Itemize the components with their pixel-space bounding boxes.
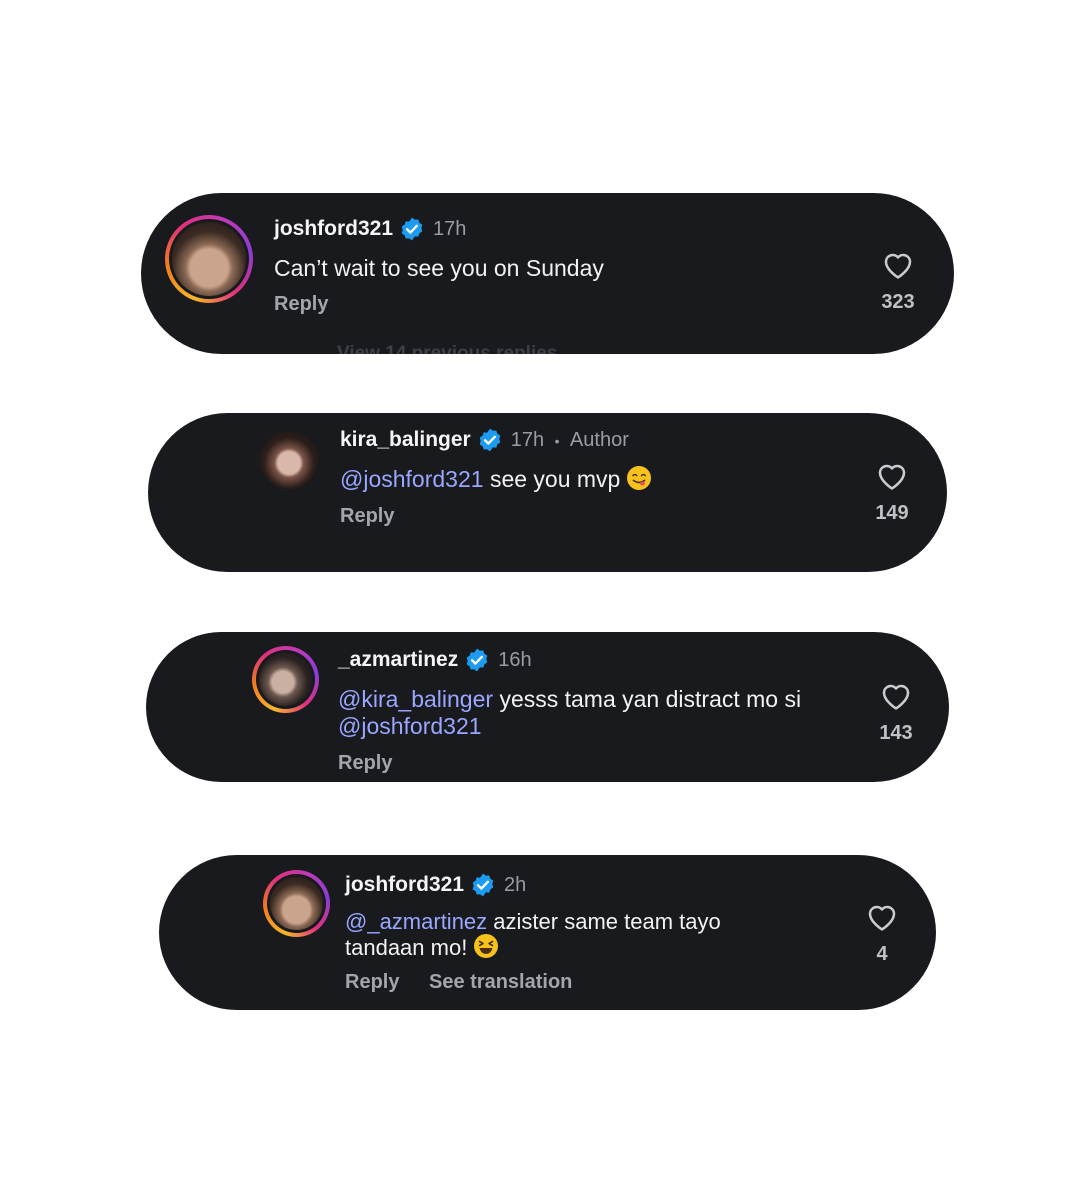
username[interactable]: kira_balinger xyxy=(340,428,471,451)
username[interactable]: joshford321 xyxy=(345,873,464,896)
verified-badge-icon xyxy=(466,648,488,672)
reply-button[interactable]: Reply xyxy=(340,505,394,528)
avatar-image xyxy=(270,877,323,930)
heart-icon[interactable] xyxy=(881,248,915,280)
verified-badge-icon xyxy=(479,428,501,452)
like-count: 4 xyxy=(876,943,888,965)
avatar-image xyxy=(259,653,312,706)
comment-card-1: joshford321 17h Can’t wait to see you on … xyxy=(141,193,954,354)
username[interactable]: joshford321 xyxy=(274,217,393,240)
like-count: 323 xyxy=(881,291,915,313)
comment-text: yesss tama yan distract mo si xyxy=(499,686,802,712)
avatar[interactable] xyxy=(263,870,330,937)
timestamp: 17h xyxy=(510,429,545,451)
separator-dot: • xyxy=(554,433,560,449)
reply-button[interactable]: Reply xyxy=(345,971,399,994)
comment-card-3: _azmartinez 16h @kira_balinger yesss tama… xyxy=(146,632,949,782)
avatar[interactable] xyxy=(252,646,319,713)
timestamp: 2h xyxy=(504,874,527,896)
avatar-image xyxy=(172,222,246,296)
comment-card-2: kira_balinger 17h • Author @joshford321 s… xyxy=(148,413,947,572)
mention-link[interactable]: @kira_balinger xyxy=(338,686,493,712)
emoji-face-icon xyxy=(474,934,499,959)
view-previous-replies[interactable]: View 14 previous replies xyxy=(337,343,557,354)
avatar[interactable] xyxy=(165,215,253,303)
like-count: 149 xyxy=(875,502,909,524)
mention-link[interactable]: @_azmartinez xyxy=(345,909,487,934)
reply-button[interactable]: Reply xyxy=(338,752,392,775)
heart-icon[interactable] xyxy=(879,679,913,711)
comment-text-2: tandaan mo! xyxy=(345,935,468,960)
avatar-image xyxy=(260,431,318,489)
verified-badge-icon xyxy=(472,873,494,897)
username[interactable]: _azmartinez xyxy=(338,648,458,671)
comment-text: Can’t wait to see you on Sunday xyxy=(274,255,604,281)
see-translation-button[interactable]: See translation xyxy=(429,971,572,994)
comment-text: see you mvp xyxy=(489,466,621,492)
mention-link-2[interactable]: @joshford321 xyxy=(338,713,482,739)
heart-icon[interactable] xyxy=(865,900,899,932)
mention-link[interactable]: @joshford321 xyxy=(340,466,484,492)
reply-button[interactable]: Reply xyxy=(274,293,328,316)
like-count: 143 xyxy=(879,722,913,744)
verified-badge-icon xyxy=(401,217,423,241)
comment-text: azister same team tayo xyxy=(493,909,721,934)
heart-icon[interactable] xyxy=(875,459,909,491)
emoji-face-icon xyxy=(627,465,652,490)
avatar[interactable] xyxy=(260,431,318,489)
timestamp: 16h xyxy=(498,649,532,671)
author-label: Author xyxy=(569,429,629,451)
timestamp: 17h xyxy=(433,218,467,240)
comment-card-4: joshford321 2h @_azmartinez azister same … xyxy=(159,855,936,1010)
